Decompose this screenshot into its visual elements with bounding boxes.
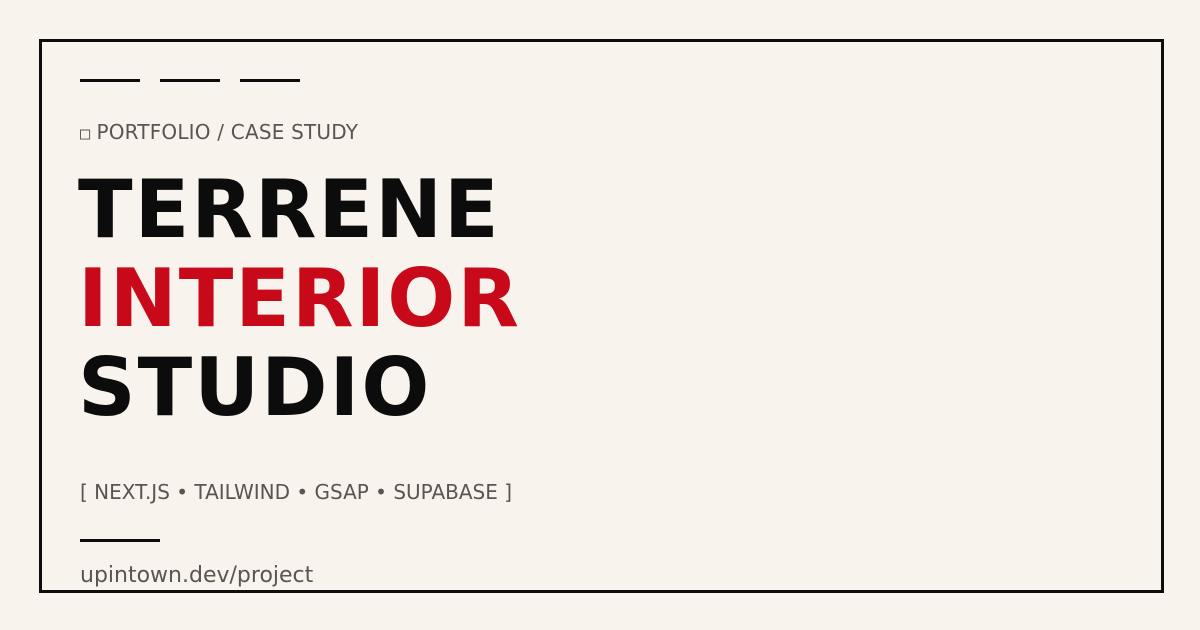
- title-line-3: STUDIO: [78, 341, 432, 434]
- decorative-dash: [240, 79, 300, 82]
- project-url: upintown.dev/project: [80, 563, 314, 588]
- kicker-text: PORTFOLIO / CASE STUDY: [96, 120, 359, 144]
- folder-icon: □: [80, 124, 91, 144]
- title-line-2-accent: INTERIOR: [78, 252, 521, 345]
- title-line-1: TERRENE: [78, 163, 501, 256]
- decorative-dash: [160, 79, 220, 82]
- divider-rule: [80, 539, 160, 542]
- kicker-label: □ PORTFOLIO / CASE STUDY: [80, 120, 358, 146]
- decorative-dash: [80, 79, 140, 82]
- tech-stack-label: [ NEXT.JS • TAILWIND • GSAP • SUPABASE ]: [80, 480, 513, 504]
